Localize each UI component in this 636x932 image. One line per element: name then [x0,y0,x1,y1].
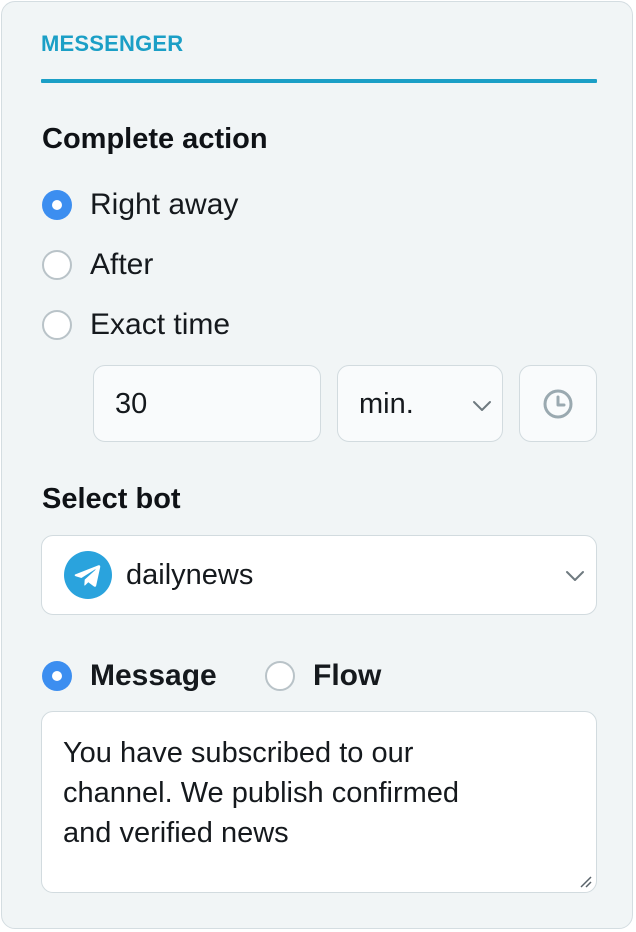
radio-button-checked[interactable] [42,661,72,691]
chevron-down-icon [473,401,491,411]
radio-exact-time-label: Exact time [90,308,231,341]
radio-button-unchecked[interactable] [42,250,72,280]
bot-name: dailynews [126,559,254,591]
message-text: You have subscribed to our channel. We p… [63,737,460,849]
chevron-down-icon [566,571,584,581]
radio-flow[interactable]: Flow [265,659,381,693]
select-bot-title: Select bot [42,483,181,515]
radio-button-unchecked[interactable] [265,661,295,691]
time-picker-button[interactable] [519,365,597,442]
radio-right-away[interactable]: Right away [42,188,238,222]
delay-value-input[interactable]: 30 [93,365,321,442]
tab-active-indicator [41,79,597,83]
time-unit-select[interactable]: min. [337,365,503,442]
radio-right-away-label: Right away [90,188,239,221]
tab-messenger[interactable]: MESSENGER [41,31,183,57]
radio-message-label: Message [90,659,217,692]
radio-button-checked[interactable] [42,190,72,220]
delay-value-text: 30 [115,388,148,420]
radio-exact-time[interactable]: Exact time [42,308,230,342]
telegram-icon [64,551,112,599]
message-textarea[interactable]: You have subscribed to our channel. We p… [41,711,597,893]
radio-flow-label: Flow [313,659,382,692]
complete-action-title: Complete action [42,123,268,155]
resize-handle-icon[interactable] [578,874,592,888]
time-unit-value: min. [359,388,414,420]
clock-icon [543,389,573,419]
radio-after[interactable]: After [42,248,153,282]
radio-message[interactable]: Message [42,659,217,693]
radio-after-label: After [90,248,154,281]
messenger-panel: MESSENGER Complete action Right away Aft… [1,1,633,929]
bot-select[interactable]: dailynews [41,535,597,615]
radio-button-unchecked[interactable] [42,310,72,340]
